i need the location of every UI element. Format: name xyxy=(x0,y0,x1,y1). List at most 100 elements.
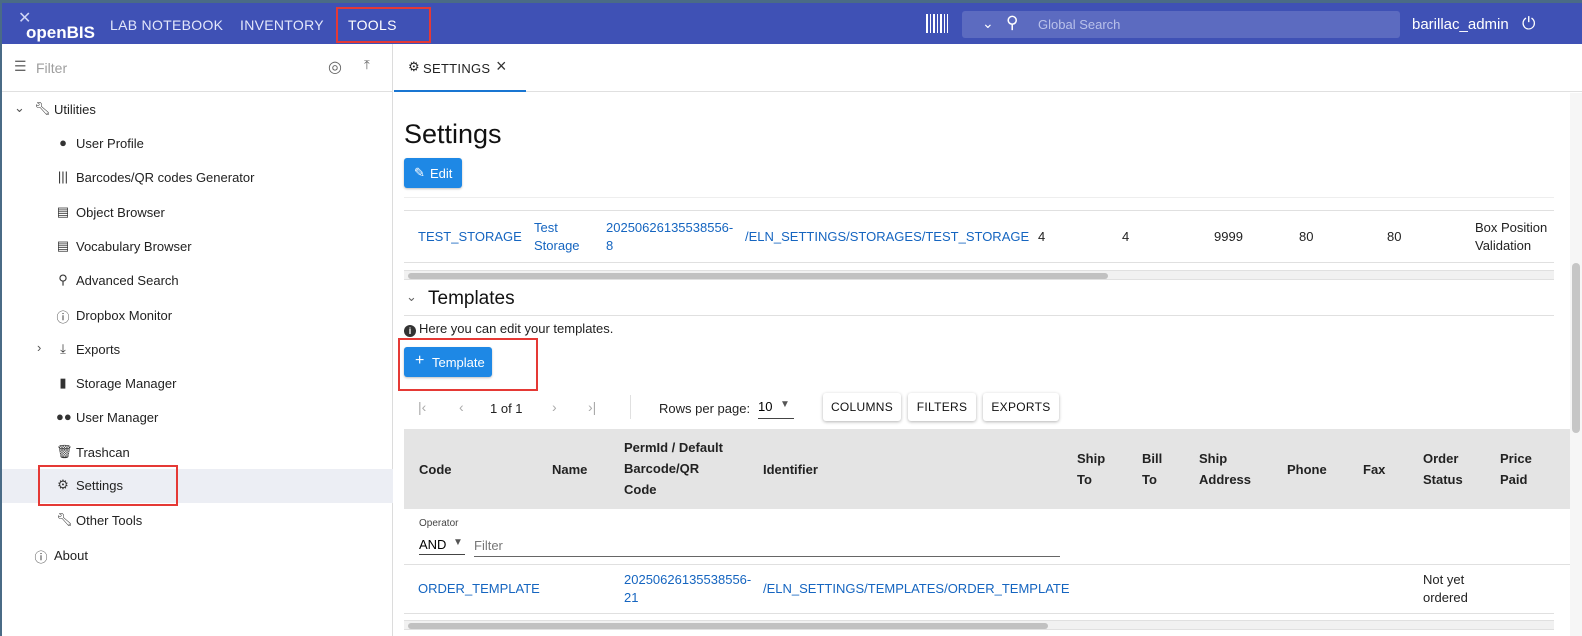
sidebar-item-dropbox-monitor[interactable]: ⓘ Dropbox Monitor xyxy=(2,299,393,333)
sidebar-filter-input[interactable] xyxy=(36,59,296,77)
templates-table-header: Code Name PermId / Default Barcode/QR Co… xyxy=(404,429,1582,509)
scrollbar-thumb[interactable] xyxy=(1572,263,1580,433)
template-code-link[interactable]: ORDER_TEMPLATE xyxy=(418,580,540,598)
storage-value: 4 xyxy=(1122,229,1130,244)
column-header-identifier[interactable]: Identifier xyxy=(763,459,818,480)
column-header-bill-to[interactable]: To xyxy=(1142,469,1157,490)
sidebar-item-vocabulary-browser[interactable]: ▤ Vocabulary Browser xyxy=(2,230,393,264)
openbis-logo[interactable]: ✕ openBIS xyxy=(16,8,96,42)
edit-button[interactable]: ✎ Edit xyxy=(404,158,462,188)
first-page-icon[interactable]: |‹ xyxy=(418,399,426,415)
columns-button[interactable]: COLUMNS xyxy=(823,393,901,421)
table-filter-row: Operator AND ▼ xyxy=(404,509,1582,565)
storage-permid-line2[interactable]: 8 xyxy=(606,237,613,255)
collapse-all-icon[interactable]: ⤒ xyxy=(364,57,370,73)
column-header-price-paid[interactable]: Paid xyxy=(1500,469,1527,490)
group-icon: ●● xyxy=(56,409,72,424)
global-search-bar: ⌄ ⚲ xyxy=(962,11,1400,38)
sidebar-item-barcodes[interactable]: ||| Barcodes/QR codes Generator xyxy=(2,161,393,195)
column-header-permid[interactable]: Barcode/QR xyxy=(624,458,699,479)
nav-lab-notebook[interactable]: LAB NOTEBOOK xyxy=(110,17,223,33)
last-page-icon[interactable]: ›| xyxy=(588,399,596,415)
storage-identifier-link[interactable]: /ELN_SETTINGS/STORAGES/TEST_STORAGE xyxy=(745,228,1029,246)
column-header-ship-address[interactable]: Address xyxy=(1199,469,1251,490)
tab-label: SETTINGS xyxy=(423,61,491,76)
storage-permid-line1[interactable]: 20250626135538556- xyxy=(606,219,733,237)
logout-icon[interactable]: ⏻ xyxy=(1522,14,1535,34)
content-vertical-scrollbar[interactable] xyxy=(1570,93,1582,636)
sidebar-item-other-tools[interactable]: 🔧︎ Other Tools xyxy=(2,504,393,538)
template-identifier-link[interactable]: /ELN_SETTINGS/TEMPLATES/ORDER_TEMPLATE xyxy=(763,580,1070,598)
column-header-bill-to[interactable]: Bill xyxy=(1142,448,1162,469)
edit-button-label: Edit xyxy=(430,166,453,181)
template-permid-line1[interactable]: 20250626135538556- xyxy=(624,571,751,589)
sidebar-item-label: Advanced Search xyxy=(76,273,179,288)
rows-per-page-select[interactable]: 10 ▼ xyxy=(758,395,794,419)
template-order-status-line2: ordered xyxy=(1423,590,1468,605)
sidebar-item-label: Barcodes/QR codes Generator xyxy=(76,170,255,185)
barcode-icon[interactable] xyxy=(926,14,948,33)
locate-icon[interactable]: ◎ xyxy=(328,57,342,77)
user-name[interactable]: barillac_admin xyxy=(1412,16,1509,33)
column-header-name[interactable]: Name xyxy=(552,459,587,480)
sidebar-item-user-manager[interactable]: ●● User Manager xyxy=(2,401,393,435)
close-icon[interactable]: × xyxy=(496,56,507,77)
operator-label: Operator xyxy=(419,518,459,529)
divider xyxy=(404,262,1554,263)
storage-name-line2[interactable]: Storage xyxy=(534,237,580,255)
sidebar-item-about[interactable]: ⓘ About xyxy=(2,539,393,573)
rows-per-page-value: 10 xyxy=(758,399,773,414)
column-header-code[interactable]: Code xyxy=(419,459,452,480)
table-filter-input[interactable] xyxy=(474,535,1060,557)
sidebar-item-utilities[interactable]: ⌄ 🔧︎ Utilities xyxy=(2,93,393,127)
storage-name-line1[interactable]: Test xyxy=(534,219,558,237)
next-page-icon[interactable]: › xyxy=(552,399,557,415)
chevron-right-icon[interactable]: › xyxy=(37,340,41,355)
filters-button[interactable]: FILTERS xyxy=(908,393,976,421)
gear-icon: ⚙ xyxy=(408,59,420,74)
chevron-down-icon[interactable]: ⌄ xyxy=(982,15,994,32)
sidebar-item-label: Exports xyxy=(76,342,121,357)
tab-strip: ⚙ SETTINGS × xyxy=(394,44,1582,92)
sidebar-item-storage-manager[interactable]: ▮ Storage Manager xyxy=(2,367,393,401)
scrollbar-thumb[interactable] xyxy=(408,273,1108,279)
scrollbar-thumb[interactable] xyxy=(408,623,1048,629)
templates-section-title: Templates xyxy=(428,288,515,309)
global-search-input[interactable] xyxy=(1038,15,1378,34)
column-header-phone[interactable]: Phone xyxy=(1287,459,1327,480)
storage-table-scrollbar[interactable] xyxy=(404,270,1554,280)
prev-page-icon[interactable]: ‹ xyxy=(459,399,464,415)
search-icon: ⚲ xyxy=(58,272,68,287)
column-header-fax[interactable]: Fax xyxy=(1363,459,1385,480)
sidebar-item-label: Utilities xyxy=(54,102,96,117)
column-header-order-status[interactable]: Order xyxy=(1423,448,1458,469)
trash-icon: 🗑︎ xyxy=(56,444,73,459)
column-header-ship-address[interactable]: Ship xyxy=(1199,448,1227,469)
column-header-permid[interactable]: Code xyxy=(624,479,657,500)
sidebar-item-exports[interactable]: › ⤓ Exports xyxy=(2,333,393,367)
logo-text: openBIS xyxy=(26,23,95,42)
column-header-ship-to[interactable]: Ship xyxy=(1077,448,1105,469)
storage-value: 9999 xyxy=(1214,229,1243,244)
chevron-down-icon[interactable]: ⌄ xyxy=(406,289,417,305)
storage-code-link[interactable]: TEST_STORAGE xyxy=(418,228,522,246)
exports-button[interactable]: EXPORTS xyxy=(983,393,1059,421)
column-header-permid[interactable]: PermId / Default xyxy=(624,437,723,458)
divider xyxy=(404,210,1554,211)
sidebar-item-object-browser[interactable]: ▤ Object Browser xyxy=(2,196,393,230)
chevron-down-icon[interactable]: ⌄ xyxy=(14,100,25,116)
sidebar-filter-bar: ☰ ◎ ⤒ xyxy=(2,44,393,92)
sidebar-item-user-profile[interactable]: ● User Profile xyxy=(2,127,393,161)
templates-table-scrollbar[interactable] xyxy=(404,620,1554,630)
operator-select[interactable]: AND ▼ xyxy=(419,533,465,555)
settings-content: Settings ✎ Edit TEST_STORAGE Test Storag… xyxy=(394,92,1582,636)
template-permid-line2[interactable]: 21 xyxy=(624,589,638,607)
sidebar-item-advanced-search[interactable]: ⚲ Advanced Search xyxy=(2,264,393,298)
tab-settings[interactable]: ⚙ SETTINGS × xyxy=(394,44,526,92)
info-icon: ⓘ xyxy=(56,310,70,325)
column-header-order-status[interactable]: Status xyxy=(1423,469,1463,490)
column-header-price-paid[interactable]: Price xyxy=(1500,448,1532,469)
nav-inventory[interactable]: INVENTORY xyxy=(240,17,324,33)
sidebar-item-label: Storage Manager xyxy=(76,376,177,391)
column-header-ship-to[interactable]: To xyxy=(1077,469,1092,490)
